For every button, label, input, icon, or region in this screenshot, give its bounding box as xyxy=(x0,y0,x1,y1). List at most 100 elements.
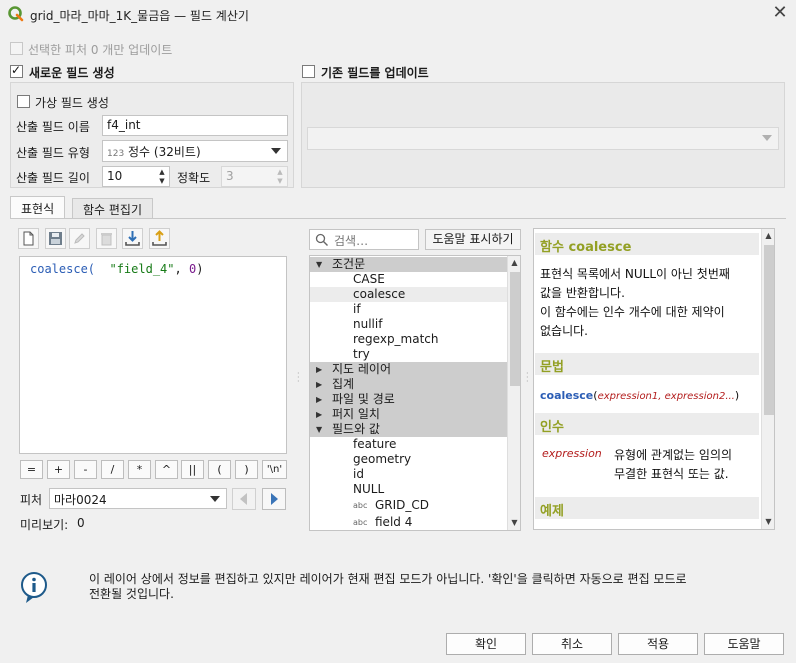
tree-item[interactable]: regexp_match xyxy=(310,332,507,347)
tree-group-map-layers[interactable]: ▶ 지도 레이어 xyxy=(310,362,507,377)
tree-group-fuzzy-matching[interactable]: ▶ 퍼지 일치 xyxy=(310,407,507,422)
tree-scrollbar[interactable]: ▲ ▼ xyxy=(507,256,520,530)
arg-description-line: 무결한 표현식 또는 값. xyxy=(614,467,729,481)
help-args-heading: 인수 xyxy=(535,413,759,435)
update-existing-field-checkbox[interactable] xyxy=(302,65,315,78)
tree-item-selected[interactable]: coalesce xyxy=(310,287,507,302)
show-help-button[interactable]: 도움말 표시하기 xyxy=(425,229,521,250)
delete-button[interactable] xyxy=(96,228,117,249)
operator-open-paren-button[interactable]: ( xyxy=(208,460,231,479)
output-field-name-input[interactable]: f4_int xyxy=(102,115,288,136)
output-field-type-value: 정수 (32비트) xyxy=(128,145,201,159)
tree-item[interactable]: NULL xyxy=(310,482,507,497)
output-field-type-select[interactable]: 123 정수 (32비트) xyxy=(102,140,288,162)
scroll-up-icon[interactable]: ▲ xyxy=(762,231,774,240)
tree-item-label: feature xyxy=(353,437,397,451)
scroll-up-icon[interactable]: ▲ xyxy=(508,258,520,267)
search-placeholder: 검색… xyxy=(334,234,369,248)
ok-button[interactable]: 확인 xyxy=(446,633,526,655)
tree-item-label: regexp_match xyxy=(353,332,439,346)
virtual-field-label: 가상 필드 생성 xyxy=(35,96,109,110)
create-new-field-checkbox[interactable] xyxy=(10,63,23,78)
operator-power-button[interactable]: ^ xyxy=(155,460,178,479)
import-button[interactable] xyxy=(122,228,143,249)
spin-arrows-icon[interactable]: ▲ ▼ xyxy=(156,168,168,186)
tree-item[interactable]: try xyxy=(310,347,507,362)
export-icon xyxy=(152,230,167,246)
tree-item-label: field 4 xyxy=(375,515,413,529)
cancel-button[interactable]: 취소 xyxy=(532,633,612,655)
operator-newline-button[interactable]: '\n' xyxy=(262,460,287,479)
help-scrollbar[interactable]: ▲ ▼ xyxy=(761,229,774,529)
qgis-logo-icon xyxy=(8,6,24,22)
chevron-down-icon xyxy=(762,135,772,141)
tree-item[interactable]: CASE xyxy=(310,272,507,287)
scroll-down-icon[interactable]: ▼ xyxy=(762,517,774,526)
tree-group-files-paths[interactable]: ▶ 파일 및 경로 xyxy=(310,392,507,407)
splitter-handle[interactable]: · · · xyxy=(297,370,300,386)
arg-description-line: 유형에 관계없는 임의의 xyxy=(614,448,733,462)
tree-item-label: coalesce xyxy=(353,287,406,301)
chevron-down-icon: ▼ xyxy=(316,260,323,269)
export-button[interactable] xyxy=(149,228,170,249)
syntax-paren: ) xyxy=(734,389,740,402)
apply-button[interactable]: 적용 xyxy=(618,633,698,655)
operator-minus-button[interactable]: - xyxy=(74,460,97,479)
tree-group-label: 필드와 값 xyxy=(332,422,380,436)
update-selected-label: 선택한 피처 0 개만 업데이트 xyxy=(28,43,173,57)
help-description-line: 표현식 목록에서 NULL이 아닌 첫번째 xyxy=(540,267,730,281)
help-description: 표현식 목록에서 NULL이 아닌 첫번째 값을 반환합니다. 이 함수에는 인… xyxy=(540,265,730,341)
close-icon[interactable]: ✕ xyxy=(770,4,790,24)
tree-group-label: 퍼지 일치 xyxy=(332,407,380,421)
tree-group-fields-values[interactable]: ▼ 필드와 값 xyxy=(310,422,507,437)
operator-plus-button[interactable]: + xyxy=(47,460,70,479)
operator-close-paren-button[interactable]: ) xyxy=(235,460,258,479)
virtual-field-checkbox[interactable] xyxy=(17,95,30,108)
help-title: 함수 coalesce xyxy=(535,233,759,255)
chevron-down-icon xyxy=(210,496,220,502)
output-field-length-spinbox[interactable]: 10 ▲ ▼ xyxy=(102,166,170,187)
scroll-thumb[interactable] xyxy=(764,245,774,415)
output-field-type-label: 산출 필드 유형 xyxy=(16,146,90,160)
existing-field-select[interactable] xyxy=(307,127,779,150)
code-separator: , xyxy=(174,262,189,276)
expression-editor[interactable]: coalesce( "field_4", 0) xyxy=(19,256,287,454)
precision-spinbox[interactable]: 3 ▲ ▼ xyxy=(221,166,288,187)
tree-group-label: 집계 xyxy=(332,377,355,391)
tab-function-editor[interactable]: 함수 편집기 xyxy=(72,198,154,218)
arg-name: expression xyxy=(542,447,602,460)
next-feature-button[interactable] xyxy=(262,488,286,510)
function-tree[interactable]: ▼ 조건문 CASE coalesce if nullif regexp_mat… xyxy=(309,255,521,531)
new-file-button[interactable] xyxy=(18,228,39,249)
splitter-handle[interactable]: · · · xyxy=(526,370,529,386)
operator-equals-button[interactable]: = xyxy=(20,460,43,479)
tree-item[interactable]: nullif xyxy=(310,317,507,332)
tree-item-label: if xyxy=(353,302,361,316)
tree-item[interactable]: if xyxy=(310,302,507,317)
scroll-down-icon[interactable]: ▼ xyxy=(508,518,520,527)
update-selected-checkbox[interactable] xyxy=(10,42,23,55)
text-type-icon: abc xyxy=(353,518,368,527)
previous-feature-button[interactable] xyxy=(232,488,256,510)
scroll-thumb[interactable] xyxy=(510,272,520,386)
feature-value: 마라0024 xyxy=(54,493,107,507)
operator-concat-button[interactable]: || xyxy=(181,460,204,479)
save-button[interactable] xyxy=(45,228,66,249)
tree-group-conditionals[interactable]: ▼ 조건문 xyxy=(310,257,507,272)
spin-arrows-icon[interactable]: ▲ ▼ xyxy=(274,168,286,186)
tab-expression[interactable]: 표현식 xyxy=(10,196,66,218)
operator-multiply-button[interactable]: * xyxy=(128,460,151,479)
chevron-right-icon: ▶ xyxy=(316,365,323,374)
tree-item[interactable]: geometry xyxy=(310,452,507,467)
tree-item[interactable]: id xyxy=(310,467,507,482)
operator-divide-button[interactable]: / xyxy=(101,460,124,479)
edit-mode-message: 이 레이어 상에서 정보를 편집하고 있지만 레이어가 현재 편집 모드가 아닙… xyxy=(89,572,789,602)
tree-field-item[interactable]: abc GRID_CD xyxy=(310,498,507,513)
feature-select[interactable]: 마라0024 xyxy=(49,488,227,509)
help-button[interactable]: 도움말 xyxy=(704,633,784,655)
tree-group-aggregates[interactable]: ▶ 집계 xyxy=(310,377,507,392)
tree-field-item[interactable]: abc field 4 xyxy=(310,515,507,530)
edit-button[interactable] xyxy=(69,228,90,249)
tree-item-label: CASE xyxy=(353,272,385,286)
tree-item[interactable]: feature xyxy=(310,437,507,452)
